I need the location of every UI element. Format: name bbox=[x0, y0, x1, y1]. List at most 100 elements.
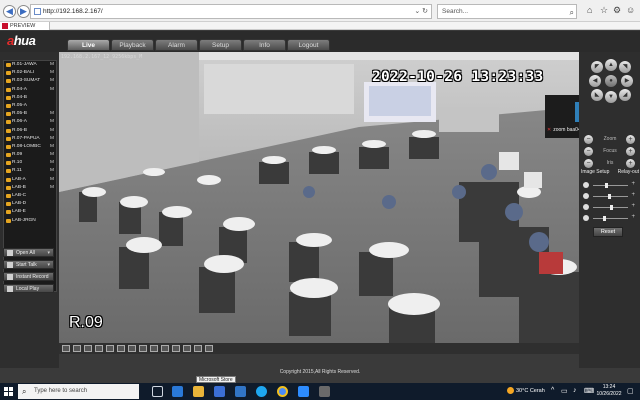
video-layout-icon[interactable] bbox=[62, 345, 70, 352]
video-layout-icon[interactable] bbox=[183, 345, 191, 352]
network-icon[interactable]: ▭ bbox=[561, 387, 568, 395]
notifications-icon[interactable]: ▢ bbox=[627, 387, 634, 395]
channel-item[interactable]: R.10 M bbox=[4, 159, 56, 167]
channel-item[interactable]: R.04-B bbox=[4, 94, 56, 102]
feedback-smiley-icon[interactable]: ☺ bbox=[626, 4, 635, 16]
video-layout-icon[interactable] bbox=[172, 345, 180, 352]
ptz-up-right-button[interactable]: ◥ bbox=[619, 61, 631, 73]
volume-icon[interactable]: ♪ bbox=[573, 387, 577, 394]
video-layout-icon[interactable] bbox=[84, 345, 92, 352]
open-all-button[interactable]: Open All ▾ bbox=[3, 248, 54, 257]
video-layout-icon[interactable] bbox=[205, 345, 213, 352]
ptz-down-right-button[interactable]: ◢ bbox=[619, 89, 631, 101]
tab-info[interactable]: Info bbox=[243, 39, 286, 51]
channel-stream-flag[interactable]: M bbox=[50, 143, 54, 151]
focus-in-button[interactable]: + bbox=[626, 147, 635, 156]
video-layout-icon[interactable] bbox=[150, 345, 158, 352]
browser-tab-preview[interactable]: PREVIEW bbox=[0, 22, 50, 30]
weather-widget[interactable]: 30°C Cerah bbox=[507, 386, 545, 397]
address-bar[interactable]: http://192.168.2.167/ ⌄ ↻ bbox=[30, 4, 432, 19]
channel-stream-flag[interactable]: M bbox=[50, 118, 54, 126]
hue-slider[interactable]: + bbox=[583, 214, 635, 222]
tab-playback[interactable]: Playback bbox=[111, 39, 154, 51]
saturation-slider[interactable]: + bbox=[583, 203, 635, 211]
tab-live[interactable]: Live bbox=[67, 39, 110, 51]
tray-chevron-icon[interactable]: ^ bbox=[551, 387, 554, 394]
channel-item[interactable]: LAB-E bbox=[4, 208, 56, 216]
brightness-slider[interactable]: + bbox=[583, 181, 635, 189]
local-play-button[interactable]: Local Play bbox=[3, 284, 54, 293]
file-explorer-icon[interactable] bbox=[193, 386, 204, 397]
live-video-view[interactable]: 192.168.2.167_12_9256kbps_M 2022-10-26 1… bbox=[59, 52, 579, 343]
channel-item[interactable]: R.07-PAPUA M bbox=[4, 135, 56, 143]
image-setup-tab[interactable]: Image Setup bbox=[581, 169, 609, 175]
reset-button[interactable]: Reset bbox=[593, 227, 623, 237]
internet-explorer-icon[interactable] bbox=[256, 386, 267, 397]
channel-stream-flag[interactable]: M bbox=[50, 69, 54, 77]
relay-out-tab[interactable]: Relay-out bbox=[618, 169, 639, 175]
video-layout-icon[interactable] bbox=[95, 345, 103, 352]
zoom-app-icon[interactable] bbox=[298, 386, 309, 397]
video-layout-icon[interactable] bbox=[73, 345, 81, 352]
channel-item[interactable]: R.05-A bbox=[4, 102, 56, 110]
iris-out-button[interactable]: − bbox=[584, 159, 593, 168]
ptz-up-left-button[interactable]: ◤ bbox=[591, 61, 603, 73]
app-icon[interactable] bbox=[319, 386, 330, 397]
mail-icon[interactable] bbox=[235, 386, 246, 397]
instant-record-button[interactable]: Instant Record bbox=[3, 272, 54, 281]
ptz-up-button[interactable]: ▲ bbox=[605, 59, 617, 71]
channel-item[interactable]: R.06-A M bbox=[4, 118, 56, 126]
ptz-right-button[interactable]: ▶ bbox=[621, 75, 633, 87]
ptz-down-button[interactable]: ▼ bbox=[605, 91, 617, 103]
settings-gear-icon[interactable]: ⚙ bbox=[613, 4, 621, 16]
channel-stream-flag[interactable]: M bbox=[50, 86, 54, 94]
chevron-down-icon[interactable]: ▾ bbox=[47, 261, 50, 269]
channel-item[interactable]: LAB-JRGN bbox=[4, 217, 56, 225]
forward-button[interactable]: ▶ bbox=[17, 5, 30, 18]
channel-item[interactable]: LAB-A M bbox=[4, 176, 56, 184]
focus-out-button[interactable]: − bbox=[584, 147, 593, 156]
favorites-star-icon[interactable]: ☆ bbox=[600, 4, 608, 16]
windows-start-icon[interactable] bbox=[4, 387, 13, 396]
channel-item[interactable]: R.05-B M bbox=[4, 110, 56, 118]
channel-stream-flag[interactable]: M bbox=[50, 167, 54, 175]
search-icon[interactable]: ⌕ bbox=[570, 6, 574, 19]
back-button[interactable]: ◀ bbox=[3, 5, 16, 18]
channel-item[interactable]: R.06-B M bbox=[4, 127, 56, 135]
contrast-slider[interactable]: + bbox=[583, 192, 635, 200]
edge-icon[interactable] bbox=[172, 386, 183, 397]
channel-item[interactable]: R.01-JAWA M bbox=[4, 61, 56, 69]
channel-stream-flag[interactable]: M bbox=[50, 151, 54, 159]
channel-list[interactable]: R.01-JAWA M R.02-BALI M R.03-SUMAT M R.04-A M R.… bbox=[3, 60, 57, 292]
channel-stream-flag[interactable]: M bbox=[50, 176, 54, 184]
ptz-center-button[interactable]: ● bbox=[605, 75, 617, 87]
search-input[interactable]: Search... ⌕ bbox=[437, 4, 577, 19]
zoom-out-button[interactable]: − bbox=[584, 135, 593, 144]
channel-item[interactable]: R.02-BALI M bbox=[4, 69, 56, 77]
channel-stream-flag[interactable]: M bbox=[50, 77, 54, 85]
iris-in-button[interactable]: + bbox=[626, 159, 635, 168]
channel-item[interactable]: R.09 M bbox=[4, 151, 56, 159]
channel-item[interactable]: R.04-A M bbox=[4, 86, 56, 94]
video-layout-icon[interactable] bbox=[117, 345, 125, 352]
video-layout-icon[interactable] bbox=[194, 345, 202, 352]
channel-stream-flag[interactable]: M bbox=[50, 159, 54, 167]
taskbar-clock[interactable]: 13:24 10/26/2022 bbox=[595, 384, 623, 398]
channel-stream-flag[interactable]: M bbox=[50, 127, 54, 135]
chevron-down-icon[interactable]: ▾ bbox=[47, 249, 50, 257]
video-layout-icon[interactable] bbox=[128, 345, 136, 352]
channel-item[interactable]: LAB-C bbox=[4, 192, 56, 200]
channel-item[interactable]: R.08-LOMBC M bbox=[4, 143, 56, 151]
zoom-in-button[interactable]: + bbox=[626, 135, 635, 144]
video-layout-icon[interactable] bbox=[106, 345, 114, 352]
home-icon[interactable]: ⌂ bbox=[587, 4, 592, 16]
video-layout-icon[interactable] bbox=[161, 345, 169, 352]
start-talk-button[interactable]: Start Talk ▾ bbox=[3, 260, 54, 269]
channel-item[interactable]: R.03-SUMAT M bbox=[4, 77, 56, 85]
language-icon[interactable]: ⌨ bbox=[584, 387, 594, 395]
channel-stream-flag[interactable]: M bbox=[50, 61, 54, 69]
video-layout-icon[interactable] bbox=[139, 345, 147, 352]
refresh-icon[interactable]: ⌄ ↻ bbox=[414, 5, 428, 18]
channel-item[interactable]: LAB-B M bbox=[4, 184, 56, 192]
channel-stream-flag[interactable]: M bbox=[50, 184, 54, 192]
